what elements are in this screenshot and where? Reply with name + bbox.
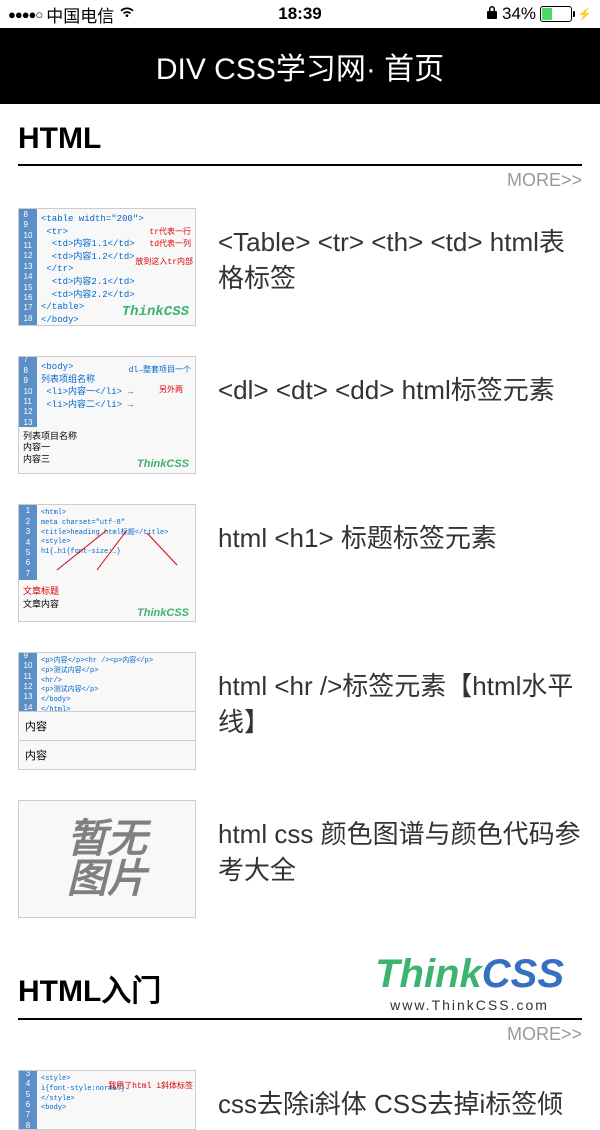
status-left: ●●●●○ 中国电信 [8,2,136,27]
article-list: 89101112131415161718 <table width="200">… [18,208,582,918]
article-title: css去除i斜体 CSS去掉i标签倾 [218,1070,582,1122]
section-heading-html-intro: HTML入门 MORE>> [18,948,582,1020]
signal-dots-icon: ●●●●○ [8,7,42,22]
article-thumbnail: 345678 <style> i{font-style:normal} </st… [18,1070,196,1130]
clock-label: 18:39 [278,4,321,24]
content-area[interactable]: HTML MORE>> 89101112131415161718 <table … [0,104,600,1130]
article-item[interactable]: 78910111213 <body> 列表项组名称 <li>内容一</li> →… [18,356,582,474]
article-thumbnail: 1234567 <html> meta charset="utf-8" <tit… [18,504,196,622]
charging-icon: ⚡ [577,7,592,21]
status-right: 34% ⚡ [486,4,592,24]
more-link[interactable]: MORE>> [507,1024,582,1045]
article-thumbnail: 89101112131415161718 <table width="200">… [18,208,196,326]
page-title: DIV CSS学习网· 首页 [156,53,444,86]
article-item[interactable]: 345678 <style> i{font-style:normal} </st… [18,1070,582,1130]
article-title: <Table> <tr> <th> <td> html表格标签 [218,208,582,297]
article-item[interactable]: 暂无图片 html css 颜色图谱与颜色代码参考大全 [18,800,582,918]
article-title: html css 颜色图谱与颜色代码参考大全 [218,800,582,889]
page-header: DIV CSS学习网· 首页 [0,28,600,104]
no-image-placeholder: 暂无图片 [67,819,147,899]
article-thumbnail-noimage: 暂无图片 [18,800,196,918]
battery-icon: ⚡ [540,6,592,22]
article-item[interactable]: 89101112131415161718 <table width="200">… [18,208,582,326]
article-thumbnail: 78910111213 <body> 列表项组名称 <li>内容一</li> →… [18,356,196,474]
wifi-icon [118,4,136,24]
article-title: html <hr />标签元素【html水平线】 [218,652,582,741]
section-heading-html: HTML MORE>> [18,104,582,166]
article-item[interactable]: 91011121314 <p>内容</p><hr /><p>内容</p> <p>… [18,652,582,770]
carrier-label: 中国电信 [46,2,114,27]
more-link[interactable]: MORE>> [507,170,582,191]
article-thumbnail: 91011121314 <p>内容</p><hr /><p>内容</p> <p>… [18,652,196,770]
article-item[interactable]: 1234567 <html> meta charset="utf-8" <tit… [18,504,582,622]
article-list: 345678 <style> i{font-style:normal} </st… [18,1070,582,1130]
article-title: html <h1> 标题标签元素 [218,504,582,556]
lock-icon [486,4,498,24]
status-bar: ●●●●○ 中国电信 18:39 34% ⚡ [0,0,600,28]
battery-pct-label: 34% [502,4,536,24]
article-title: <dl> <dt> <dd> html标签元素 [218,356,582,408]
